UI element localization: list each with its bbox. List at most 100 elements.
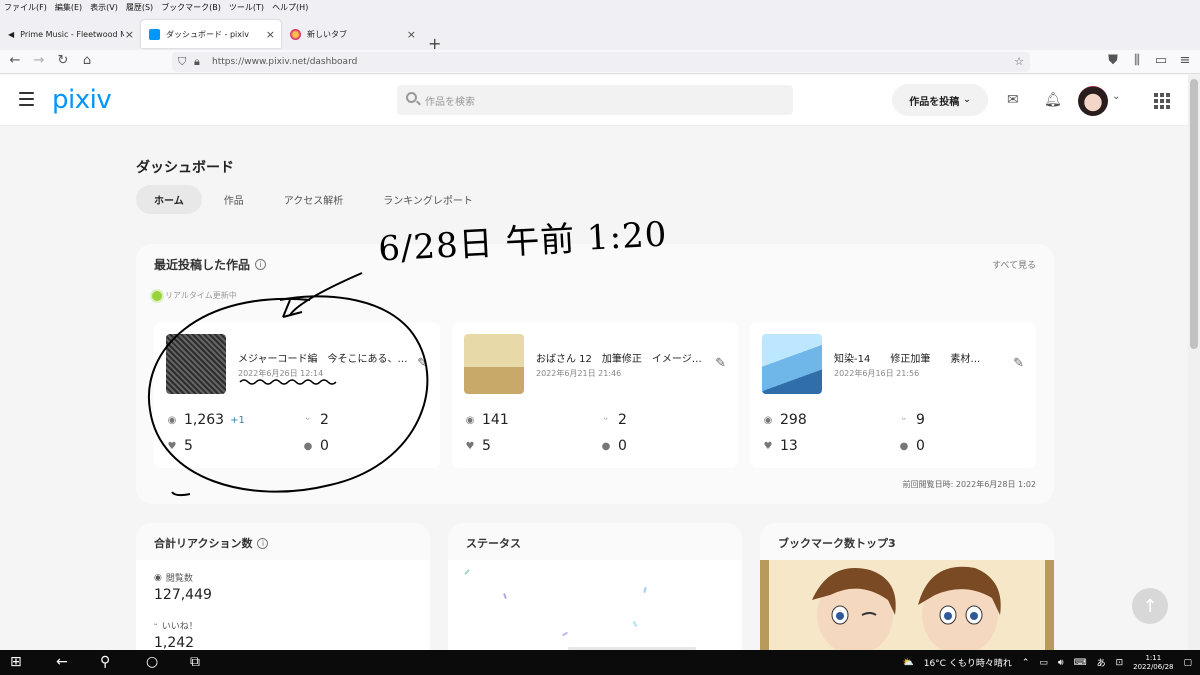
likes-stat: ♥ 5 (166, 438, 193, 454)
pixiv-logo[interactable]: pixiv (52, 85, 112, 115)
work-card[interactable]: おばさん 12 加筆修正 イメージ… 2022年6月21日 21:46 ✎ ◉ … (452, 322, 738, 468)
forward-arrow-icon[interactable]: → (30, 53, 48, 68)
menu-view[interactable]: 表示(V) (90, 2, 118, 13)
address-bar[interactable]: ⛉ 🔒︎ https://www.pixiv.net/dashboard ☆ (172, 52, 1030, 72)
windows-start-icon[interactable]: ⊞ (10, 654, 22, 670)
work-title[interactable]: メジャーコード編 今そこにある、ち… (238, 350, 408, 365)
volume-icon[interactable]: 🔊︎ (1058, 658, 1064, 668)
tab-ranking-report[interactable]: ランキングレポート (365, 185, 491, 214)
ime-indicator[interactable]: あ (1097, 656, 1106, 669)
recent-works-title: 最近投稿した作品 i (154, 256, 267, 273)
tab-label: Prime Music - Fleetwood Mac (20, 29, 125, 39)
notifications-icon[interactable]: ▢ (1183, 658, 1192, 668)
hamburger-menu-icon[interactable] (19, 92, 34, 106)
menu-edit[interactable]: 編集(E) (55, 2, 82, 13)
taskbar: ⊞ ← ⚲ ○ ⧉ ⛅ 16°C くもり時々晴れ ⌃ ▭ 🔊︎ ⌨ あ ⊡ 1:… (0, 650, 1200, 675)
sidebar-icon[interactable]: ▭ (1152, 53, 1170, 68)
confetti-decoration (503, 592, 507, 600)
weather-text[interactable]: 16°C くもり時々晴れ (924, 656, 1012, 669)
reactions-title: 合計リアクション数 i (154, 535, 269, 551)
url-text: https://www.pixiv.net/dashboard (212, 57, 358, 67)
chevron-up-icon[interactable]: ⌃ (1022, 658, 1030, 668)
smile-icon: ᵕ (154, 620, 158, 631)
clock[interactable]: 1:11 2022/06/28 (1133, 654, 1173, 672)
navigation-bar: ← → ↻ ⌂ ⛉ 🔒︎ https://www.pixiv.net/dashb… (0, 50, 1200, 74)
app-menu-icon[interactable]: ≡ (1176, 53, 1194, 68)
avatar[interactable] (1078, 86, 1108, 116)
reload-icon[interactable]: ↻ (54, 53, 72, 68)
close-icon[interactable]: × (125, 28, 134, 41)
post-work-button[interactable]: 作品を投稿 ⌄ (892, 84, 988, 116)
tab-home[interactable]: ホーム (136, 185, 202, 214)
smile-icon: ᵕ (603, 414, 609, 426)
keyboard-icon[interactable]: ⌨ (1074, 658, 1087, 668)
close-icon[interactable]: × (407, 28, 416, 41)
shield-icon[interactable]: ⛉ (178, 55, 186, 69)
search-input[interactable]: 作品を検索 (397, 85, 793, 115)
smile-value: 2 (618, 412, 627, 428)
vertical-scrollbar[interactable] (1188, 75, 1200, 650)
scrollbar-thumb[interactable] (1190, 79, 1198, 349)
pencil-icon[interactable]: ✎ (1013, 356, 1024, 371)
pencil-icon[interactable]: ✎ (417, 356, 428, 371)
top-bookmarked-thumbnail[interactable] (760, 560, 1054, 663)
weather-icon[interactable]: ⛅ (903, 658, 914, 668)
work-card[interactable]: メジャーコード編 今そこにある、ち… 2022年6月26日 12:14 ✎ ◉ … (154, 322, 440, 468)
tab-works[interactable]: 作品 (206, 185, 262, 214)
home-icon[interactable]: ⌂ (78, 53, 96, 68)
views-stat: ◉ 1,263 +1 (166, 412, 245, 428)
views-value: 1,263 (184, 412, 225, 428)
see-all-link[interactable]: すべて見る (992, 258, 1036, 271)
confetti-decoration (632, 620, 638, 628)
menu-bookmarks[interactable]: ブックマーク(B) (161, 2, 221, 13)
eye-icon: ◉ (465, 414, 475, 426)
bookmark-star-icon[interactable]: ☆ (1014, 55, 1024, 68)
tab-pixiv-dashboard[interactable]: ダッシュボード - pixiv × (141, 20, 281, 48)
work-title[interactable]: おばさん 12 加筆修正 イメージ… (536, 350, 706, 365)
work-title[interactable]: 知染-14 修正加筆 素材… (834, 350, 1004, 365)
back-arrow-icon[interactable]: ← (56, 654, 68, 670)
tab-new-tab[interactable]: 新しいタブ × (282, 20, 422, 48)
lock-icon[interactable]: 🔒︎ (194, 55, 200, 69)
library-icon[interactable]: ⫼ (1128, 53, 1146, 68)
menu-help[interactable]: ヘルプ(H) (272, 2, 308, 13)
confetti-decoration (561, 631, 569, 637)
likes-stat: ♥ 13 (762, 438, 798, 454)
tab-prime-music[interactable]: ◀ Prime Music - Fleetwood Mac × (0, 20, 140, 48)
back-arrow-icon[interactable]: ← (6, 53, 24, 68)
cortana-icon[interactable]: ○ (146, 654, 158, 670)
comments-stat: ● 0 (600, 438, 627, 454)
menu-file[interactable]: ファイル(F) (4, 2, 47, 13)
search-icon[interactable]: ⚲ (100, 654, 110, 670)
pocket-icon[interactable]: ⛊ (1104, 53, 1122, 68)
likes-value: 5 (482, 438, 491, 454)
close-icon[interactable]: × (266, 28, 275, 41)
heart-icon: ♥ (167, 440, 177, 452)
menu-tools[interactable]: ツール(T) (229, 2, 264, 13)
tab-label: 新しいタブ (307, 29, 347, 39)
work-card[interactable]: 知染-14 修正加筆 素材… 2022年6月16日 21:56 ✎ ◉ 298 … (750, 322, 1036, 468)
bell-icon[interactable]: 🔔︎ (1044, 92, 1062, 108)
smile-icon: ᵕ (305, 414, 311, 426)
dashboard-tabs: ホーム 作品 アクセス解析 ランキングレポート (136, 185, 491, 214)
menu-history[interactable]: 履歴(S) (126, 2, 153, 13)
views-label-text: 閲覧数 (165, 574, 193, 584)
work-thumbnail[interactable] (762, 334, 822, 394)
tab-access-analytics[interactable]: アクセス解析 (266, 185, 362, 214)
network-icon[interactable]: ▭ (1039, 658, 1048, 668)
work-thumbnail[interactable] (464, 334, 524, 394)
page-title: ダッシュボード (136, 160, 234, 176)
apps-grid-icon[interactable] (1154, 93, 1170, 109)
info-icon[interactable]: i (257, 537, 269, 549)
chevron-down-icon[interactable]: ⌄ (1112, 91, 1120, 102)
mail-icon[interactable]: ✉ (1007, 92, 1019, 108)
info-icon[interactable]: i (255, 259, 267, 270)
work-thumbnail[interactable] (166, 334, 226, 394)
scroll-to-top-button[interactable]: ↑ (1132, 588, 1168, 624)
task-view-icon[interactable]: ⧉ (190, 654, 200, 670)
pencil-icon[interactable]: ✎ (715, 356, 726, 371)
smile-stat: ᵕ 2 (600, 412, 627, 428)
likes-value: 13 (780, 438, 798, 454)
bookmarks-title: ブックマーク数トップ3 (778, 537, 896, 550)
ime-mode-icon[interactable]: ⊡ (1116, 658, 1124, 668)
